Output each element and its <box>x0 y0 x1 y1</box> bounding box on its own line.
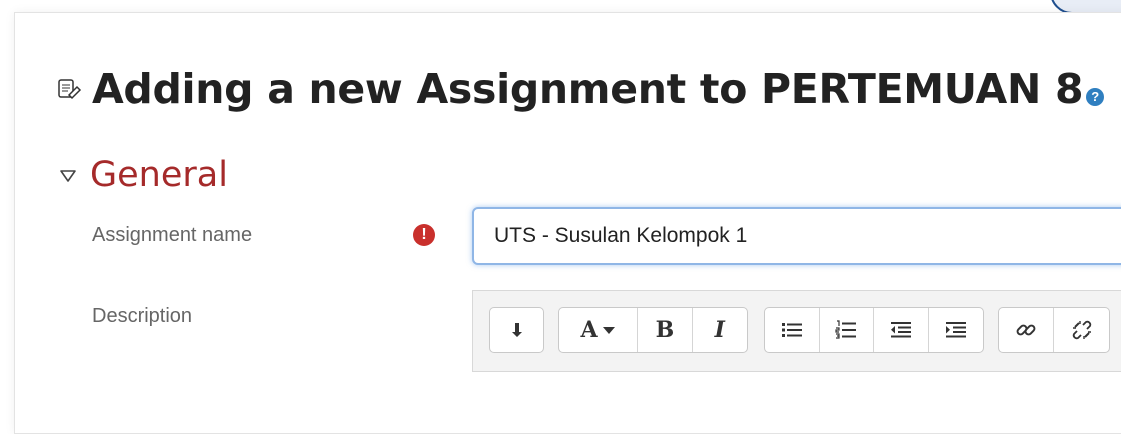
unordered-list-button[interactable] <box>765 308 820 352</box>
dropdown-caret-icon <box>602 327 615 334</box>
italic-button[interactable]: I <box>693 308 747 352</box>
required-icon: ! <box>413 224 435 246</box>
toolbar-group-more <box>489 307 544 353</box>
show-more-button[interactable] <box>490 308 543 352</box>
outdent-button[interactable] <box>874 308 929 352</box>
page-heading: Adding a new Assignment to PERTEMUAN 8 ? <box>54 56 1105 113</box>
font-style-button[interactable]: A <box>559 308 639 352</box>
numbered-list-icon <box>835 320 857 339</box>
toolbar-group-text: A B I <box>558 307 748 353</box>
unlink-icon <box>1072 320 1091 340</box>
unlink-button[interactable] <box>1054 308 1109 352</box>
link-icon <box>1016 324 1036 336</box>
section-general[interactable]: General <box>58 158 228 193</box>
link-button[interactable] <box>999 308 1055 352</box>
font-style-label: A <box>580 317 598 343</box>
collapse-triangle-icon[interactable] <box>58 166 78 186</box>
arrow-down-icon <box>511 323 522 337</box>
toolbar-group-links <box>998 307 1110 353</box>
page-title: Adding a new Assignment to PERTEMUAN 8 <box>92 65 1084 113</box>
bold-label: B <box>655 317 675 343</box>
ordered-list-button[interactable] <box>820 308 874 352</box>
section-title: General <box>90 155 228 195</box>
bold-button[interactable]: B <box>638 308 693 352</box>
italic-label: I <box>714 317 725 343</box>
assignment-name-input[interactable] <box>472 207 1121 265</box>
assignment-icon <box>58 79 82 100</box>
toolbar-group-lists <box>764 307 984 353</box>
assignment-name-label: Assignment name <box>92 224 253 246</box>
description-editor-body[interactable] <box>472 371 1121 432</box>
indent-icon <box>945 322 966 338</box>
indent-button[interactable] <box>929 308 984 352</box>
outdent-icon <box>890 322 911 338</box>
bullet-list-icon <box>781 323 802 337</box>
help-icon[interactable]: ? <box>1086 88 1105 106</box>
description-label: Description <box>92 305 193 327</box>
